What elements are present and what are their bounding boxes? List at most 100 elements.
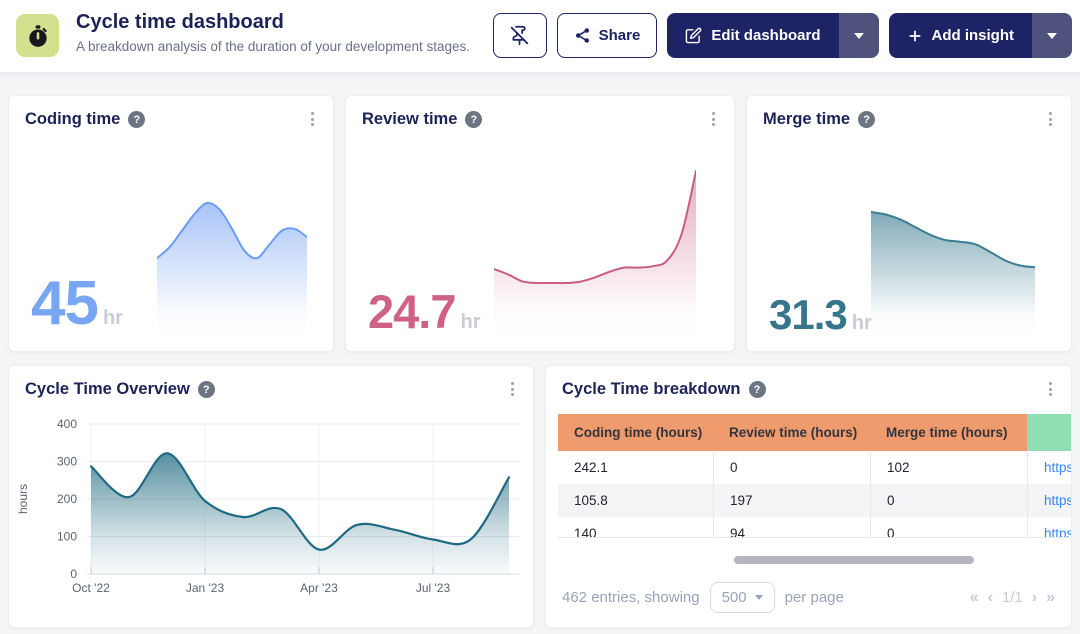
help-icon[interactable]: ? (198, 381, 215, 398)
share-button-label: Share (599, 27, 641, 44)
breakdown-table: Coding time (hours) Review time (hours) … (558, 414, 1071, 538)
add-insight-button[interactable]: Add insight (889, 13, 1033, 58)
table-row: 242.1 0 102 https:// (558, 451, 1071, 484)
per-page-label: per page (785, 589, 844, 606)
page-subtitle: A breakdown analysis of the duration of … (76, 39, 470, 54)
edit-dashboard-dropdown-button[interactable] (839, 13, 879, 58)
share-icon (574, 27, 591, 44)
coding-time-card: Coding time ? 45 hr (8, 95, 334, 352)
card-header: Merge time ? (763, 110, 1031, 129)
column-header-coding[interactable]: Coding time (hours) (558, 414, 713, 451)
cycle-time-overview-card: Cycle Time Overview ? Oct '22 Jan '23 Apr … (8, 365, 534, 628)
card-header: Cycle Time breakdown ? (562, 380, 1031, 399)
svg-text:Jan '23: Jan '23 (186, 581, 225, 595)
table-header-row: Coding time (hours) Review time (hours) … (558, 414, 1071, 451)
edit-icon (685, 27, 702, 44)
header-actions: Share Edit dashboard Add insight (493, 13, 1072, 58)
table-cell: 242.1 (558, 451, 713, 484)
table-row: 105.8 197 0 https:// (558, 484, 1071, 517)
svg-text:Jul '23: Jul '23 (416, 581, 451, 595)
table-cell: 94 (713, 517, 870, 538)
help-icon[interactable]: ? (749, 381, 766, 398)
svg-text:100: 100 (57, 530, 77, 544)
svg-text:Apr '23: Apr '23 (300, 581, 338, 595)
card-menu-button[interactable] (503, 379, 521, 399)
table-footer: 462 entries, showing 500 per page « ‹ 1/… (562, 582, 1055, 613)
help-icon[interactable]: ? (858, 111, 875, 128)
help-icon[interactable]: ? (465, 111, 482, 128)
metric-number: 31.3 (769, 291, 847, 339)
page-size-value: 500 (722, 589, 747, 606)
table-cell: 105.8 (558, 484, 713, 517)
column-header-link[interactable] (1027, 414, 1071, 451)
table-cell: 102 (870, 451, 1027, 484)
card-menu-button[interactable] (1041, 109, 1059, 129)
help-icon[interactable]: ? (128, 111, 145, 128)
next-page-icon[interactable]: › (1032, 589, 1037, 607)
chevron-down-icon (1047, 33, 1057, 39)
plus-icon (907, 28, 923, 44)
edit-dashboard-split-button: Edit dashboard (667, 13, 878, 58)
column-header-merge[interactable]: Merge time (hours) (870, 414, 1027, 451)
horizontal-scrollbar[interactable] (734, 556, 974, 564)
previous-page-icon[interactable]: ‹ (988, 589, 993, 607)
add-insight-split-button: Add insight (889, 13, 1073, 58)
stopwatch-icon (25, 23, 51, 49)
chevron-down-icon (854, 33, 864, 39)
page-size-select[interactable]: 500 (710, 582, 775, 613)
review-time-sparkline (494, 169, 696, 335)
table-cell-link[interactable]: https:// (1027, 451, 1071, 484)
add-insight-dropdown-button[interactable] (1032, 13, 1072, 58)
table-cell-link[interactable]: https:// (1027, 484, 1071, 517)
svg-text:0: 0 (70, 567, 77, 581)
review-time-card: Review time ? 24.7 hr (345, 95, 735, 352)
card-header: Coding time ? (25, 110, 293, 129)
card-title: Review time (362, 110, 457, 129)
card-menu-button[interactable] (704, 109, 722, 129)
svg-text:400: 400 (57, 417, 77, 431)
page-title: Cycle time dashboard (76, 11, 284, 34)
dashboard-icon-tile (16, 14, 59, 57)
coding-time-sparkline (157, 195, 307, 335)
share-button[interactable]: Share (557, 13, 658, 58)
first-page-icon[interactable]: « (970, 589, 979, 607)
table-cell: 197 (713, 484, 870, 517)
table-cell: 0 (713, 451, 870, 484)
table-row: 140 94 0 https:// (558, 517, 1071, 538)
chevron-down-icon (755, 595, 763, 600)
table-cell-link[interactable]: https:// (1027, 517, 1071, 538)
pagination: « ‹ 1/1 › » (970, 589, 1055, 607)
card-header: Review time ? (362, 110, 694, 129)
merge-time-card: Merge time ? 31.3 hr (746, 95, 1072, 352)
top-bar: Cycle time dashboard A breakdown analysi… (0, 0, 1080, 72)
table-cell: 0 (870, 517, 1027, 538)
metric-value: 24.7 hr (368, 284, 480, 339)
card-menu-button[interactable] (303, 109, 321, 129)
cycle-time-overview-chart: Oct '22Jan '23Apr '23Jul '23010020030040… (11, 402, 533, 612)
pin-off-icon (509, 25, 530, 46)
card-title: Cycle Time breakdown (562, 380, 741, 399)
metric-unit: hr (852, 312, 872, 335)
svg-text:hours: hours (16, 484, 30, 514)
entries-count-label: 462 entries, showing (562, 589, 700, 606)
metric-unit: hr (103, 307, 123, 330)
edit-dashboard-button[interactable]: Edit dashboard (667, 13, 838, 58)
unpin-button[interactable] (493, 13, 547, 58)
edit-dashboard-label: Edit dashboard (711, 27, 820, 44)
metric-value: 45 hr (31, 268, 123, 339)
page-indicator: 1/1 (1002, 589, 1023, 606)
svg-text:200: 200 (57, 492, 77, 506)
metric-number: 24.7 (368, 284, 455, 339)
table-cell: 140 (558, 517, 713, 538)
metric-value: 31.3 hr (769, 291, 872, 339)
card-title: Cycle Time Overview (25, 380, 190, 399)
card-menu-button[interactable] (1041, 379, 1059, 399)
svg-text:Oct '22: Oct '22 (72, 581, 110, 595)
card-title: Coding time (25, 110, 120, 129)
column-header-review[interactable]: Review time (hours) (713, 414, 870, 451)
table-cell: 0 (870, 484, 1027, 517)
merge-time-sparkline (871, 210, 1035, 335)
card-header: Cycle Time Overview ? (25, 380, 493, 399)
last-page-icon[interactable]: » (1046, 589, 1055, 607)
metric-number: 45 (31, 268, 98, 339)
